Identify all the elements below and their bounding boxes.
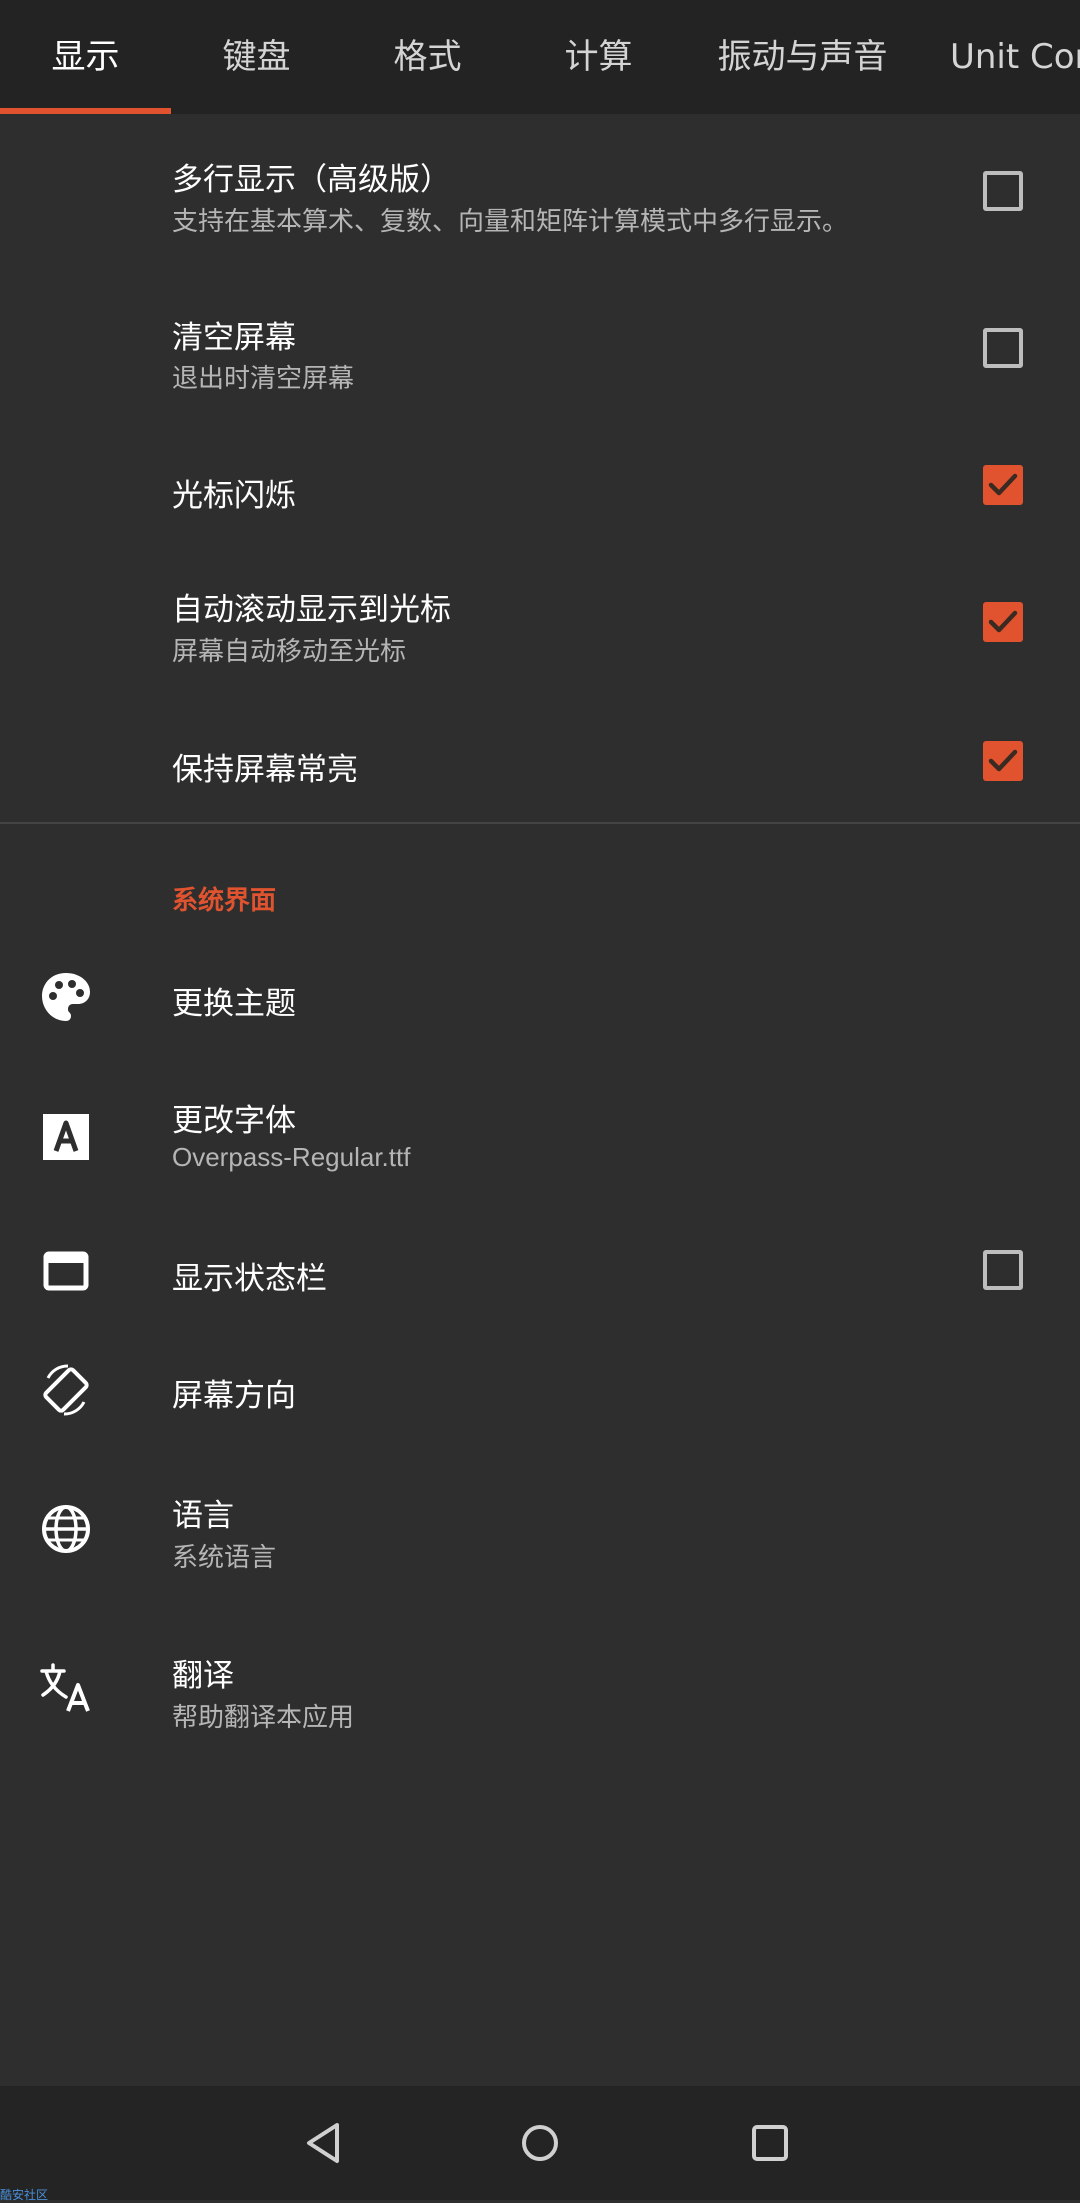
recents-icon[interactable] [740, 2113, 800, 2173]
checkmark-icon [988, 610, 1018, 633]
watermark: 酷安社区 [0, 2188, 49, 2202]
setting-title: 更改字体 [172, 1103, 296, 1139]
setting-change-theme[interactable]: 更换主题 [0, 940, 1080, 1055]
back-icon[interactable] [293, 2113, 353, 2173]
clear-screen-checkbox[interactable] [983, 328, 1023, 368]
checkmark-icon [988, 473, 1018, 496]
tab-keyboard[interactable]: 键盘 [171, 0, 342, 114]
font-icon [43, 1114, 89, 1160]
setting-translate[interactable]: 翻译 帮助翻译本应用 [0, 1610, 1080, 1770]
tab-display[interactable]: 显示 [0, 0, 171, 114]
section-header-system-ui: 系统界面 [172, 886, 277, 916]
setting-screen-orientation[interactable]: 屏幕方向 [0, 1330, 1080, 1450]
setting-subtitle: 系统语言 [172, 1543, 277, 1573]
setting-title: 多行显示（高级版） [172, 162, 451, 198]
window-icon [43, 1251, 89, 1291]
tab-unit-converter[interactable]: Unit Con [950, 0, 1080, 114]
setting-show-status-bar[interactable]: 显示状态栏 [0, 1215, 1080, 1330]
screen-rotation-icon [43, 1364, 89, 1416]
setting-subtitle: Overpass-Regular.ttf [172, 1142, 411, 1172]
setting-title: 清空屏幕 [172, 320, 296, 356]
setting-title: 自动滚动显示到光标 [172, 592, 451, 628]
translate-icon [40, 1663, 90, 1712]
setting-multiline-display[interactable]: 多行显示（高级版） 支持在基本算术、复数、向量和矩阵计算模式中多行显示。 [0, 114, 1080, 270]
setting-cursor-blink[interactable]: 光标闪烁 [0, 430, 1080, 544]
setting-clear-screen[interactable]: 清空屏幕 退出时清空屏幕 [0, 270, 1080, 430]
setting-subtitle: 帮助翻译本应用 [172, 1703, 355, 1733]
setting-title: 光标闪烁 [172, 478, 296, 514]
setting-change-font[interactable]: 更改字体 Overpass-Regular.ttf [0, 1055, 1080, 1215]
setting-title: 翻译 [172, 1658, 234, 1694]
tab-vibration-sound[interactable]: 振动与声音 [700, 0, 905, 114]
section-divider [0, 822, 1080, 824]
checkmark-icon [988, 749, 1018, 772]
setting-auto-scroll[interactable]: 自动滚动显示到光标 屏幕自动移动至光标 [0, 544, 1080, 704]
multiline-display-checkbox[interactable] [983, 171, 1023, 211]
setting-subtitle: 支持在基本算术、复数、向量和矩阵计算模式中多行显示。 [172, 207, 849, 237]
show-status-bar-checkbox[interactable] [983, 1250, 1023, 1290]
setting-subtitle: 屏幕自动移动至光标 [172, 637, 407, 667]
palette-icon [42, 973, 90, 1021]
home-icon[interactable] [510, 2113, 570, 2173]
setting-title: 更换主题 [172, 986, 296, 1022]
setting-title: 语言 [172, 1498, 234, 1534]
tab-format[interactable]: 格式 [342, 0, 513, 114]
system-navigation-bar [0, 2086, 1080, 2200]
setting-keep-screen-on[interactable]: 保持屏幕常亮 [0, 704, 1080, 822]
tab-bar: 显示 键盘 格式 计算 振动与声音 Unit Con [0, 0, 1080, 114]
cursor-blink-checkbox[interactable] [983, 465, 1023, 505]
setting-title: 屏幕方向 [172, 1378, 296, 1414]
setting-title: 显示状态栏 [172, 1261, 327, 1297]
tab-calculation[interactable]: 计算 [513, 0, 684, 114]
setting-title: 保持屏幕常亮 [172, 752, 358, 788]
setting-language[interactable]: 语言 系统语言 [0, 1450, 1080, 1610]
auto-scroll-checkbox[interactable] [983, 602, 1023, 642]
setting-subtitle: 退出时清空屏幕 [172, 364, 355, 394]
keep-screen-on-checkbox[interactable] [983, 741, 1023, 781]
globe-icon [42, 1505, 90, 1553]
